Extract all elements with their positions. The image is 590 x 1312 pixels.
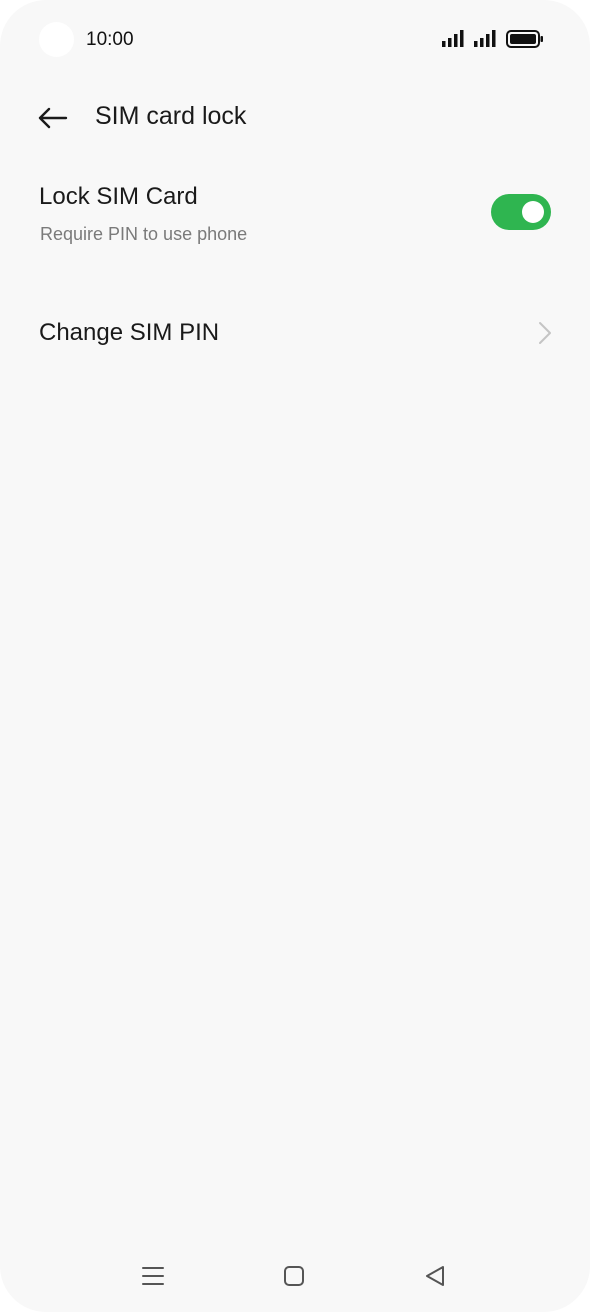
- status-icons: [442, 30, 544, 48]
- camera-cutout: [39, 22, 74, 57]
- system-back-button[interactable]: [415, 1260, 455, 1292]
- toggle-knob: [522, 201, 544, 223]
- change-sim-pin-row[interactable]: Change SIM PIN: [0, 300, 590, 366]
- status-bar: 10:00: [0, 0, 590, 80]
- app-header: SIM card lock: [0, 90, 590, 144]
- page-title: SIM card lock: [95, 102, 247, 130]
- navigation-bar: [0, 1248, 590, 1304]
- phone-screen: 10:00 SIM card lock Lock SIM Card Requir…: [0, 0, 590, 1312]
- change-sim-pin-title: Change SIM PIN: [39, 319, 220, 346]
- signal-icon: [442, 30, 464, 47]
- menu-icon: [142, 1267, 164, 1285]
- status-time: 10:00: [86, 29, 134, 50]
- back-button[interactable]: [32, 98, 72, 138]
- home-button[interactable]: [274, 1260, 314, 1292]
- recent-apps-button[interactable]: [133, 1260, 173, 1292]
- lock-sim-card-title: Lock SIM Card: [39, 183, 198, 210]
- back-triangle-icon: [426, 1266, 444, 1286]
- lock-sim-card-subtitle: Require PIN to use phone: [40, 224, 248, 244]
- home-icon: [284, 1266, 304, 1286]
- signal-icon: [474, 30, 496, 47]
- arrow-left-icon: [38, 107, 68, 129]
- chevron-right-icon: [539, 322, 551, 344]
- lock-sim-card-toggle[interactable]: [491, 194, 551, 230]
- lock-sim-card-row[interactable]: Lock SIM Card Require PIN to use phone: [0, 176, 590, 256]
- battery-icon: [506, 30, 543, 48]
